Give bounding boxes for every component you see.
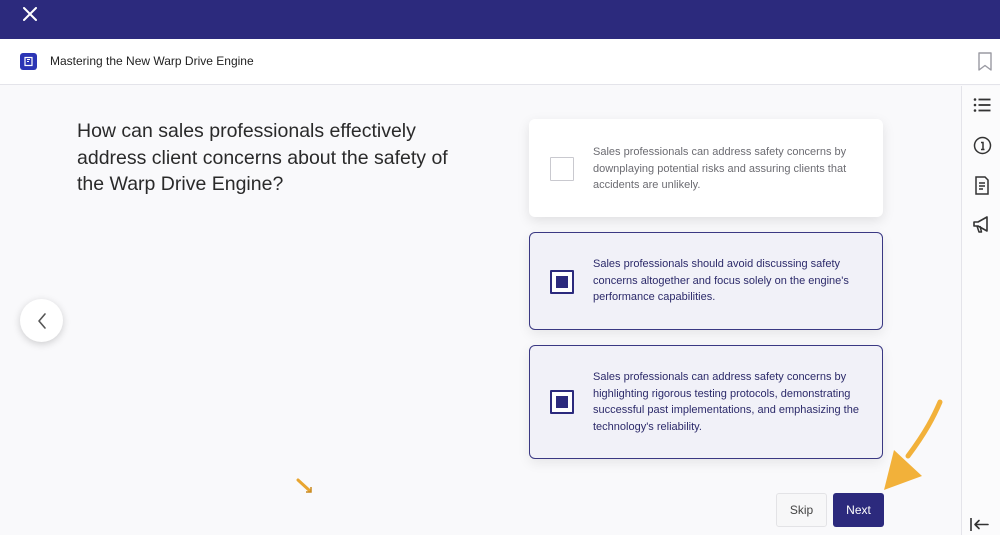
collapse-left-icon: [970, 518, 989, 531]
course-title-bar: Mastering the New Warp Drive Engine: [0, 39, 1000, 85]
close-button[interactable]: [18, 2, 42, 26]
previous-button[interactable]: [20, 299, 63, 342]
bookmark-icon: [978, 52, 992, 71]
announcements-button[interactable]: [971, 213, 993, 235]
notes-button[interactable]: [971, 174, 993, 196]
course-title: Mastering the New Warp Drive Engine: [50, 54, 254, 68]
answer-text: Sales professionals can address safety c…: [593, 371, 859, 433]
answer-option-3[interactable]: Sales professionals can address safety c…: [529, 345, 883, 459]
collapse-sidebar-button[interactable]: [969, 515, 991, 533]
answer-checkbox[interactable]: [550, 157, 574, 181]
question-text: How can sales professionals effectively …: [77, 120, 448, 195]
document-icon: [975, 175, 989, 195]
answer-checkbox[interactable]: [550, 390, 574, 414]
info-button[interactable]: [971, 134, 993, 156]
right-sidebar: [961, 86, 1000, 535]
list-icon: [973, 98, 991, 112]
bookmark-button[interactable]: [977, 52, 993, 72]
highlight-arrow-icon: [884, 399, 943, 490]
outline-button[interactable]: [971, 94, 993, 116]
info-icon: [973, 136, 991, 154]
close-icon: [23, 7, 37, 21]
pointer-cursor-icon: [296, 478, 312, 493]
answer-option-1[interactable]: Sales professionals can address safety c…: [529, 119, 883, 217]
book-icon: [20, 53, 37, 70]
answer-option-2[interactable]: Sales professionals should avoid discuss…: [529, 232, 883, 330]
answer-checkbox[interactable]: [550, 270, 574, 294]
skip-button[interactable]: Skip: [776, 493, 827, 527]
top-bar: [0, 0, 1000, 39]
answer-text: Sales professionals can address safety c…: [593, 146, 847, 191]
chevron-left-icon: [37, 312, 46, 329]
answer-text: Sales professionals should avoid discuss…: [593, 258, 849, 303]
megaphone-icon: [973, 215, 988, 233]
next-button[interactable]: Next: [833, 493, 884, 527]
